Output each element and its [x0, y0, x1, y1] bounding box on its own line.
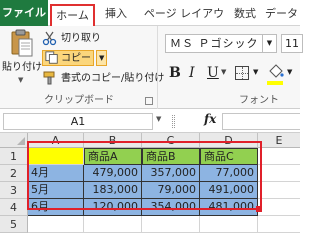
formula-bar-separator: [172, 115, 175, 128]
cut-button[interactable]: 切り取り: [42, 30, 101, 47]
cell-c1[interactable]: 商品B: [142, 148, 200, 165]
copy-icon: [45, 51, 58, 64]
chevron-down-icon[interactable]: ▼: [287, 68, 292, 76]
worksheet-grid: A B C D E 1 2 3 4 5 商品A 商品B 商品C 4月 479,0…: [0, 133, 300, 239]
paste-button[interactable]: 貼り付け ▼: [2, 29, 42, 91]
cell-b2[interactable]: 479,000: [84, 165, 142, 182]
paste-icon: [11, 29, 33, 57]
name-box[interactable]: A1: [3, 113, 153, 130]
copy-button[interactable]: コピー ▼: [42, 50, 108, 67]
copy-highlight[interactable]: コピー: [42, 50, 94, 66]
cell-d5[interactable]: [200, 216, 258, 233]
cell-e2[interactable]: [258, 165, 300, 182]
cell-e1[interactable]: [258, 148, 300, 165]
row-header-2[interactable]: 2: [0, 165, 28, 182]
cell-b1[interactable]: 商品A: [84, 148, 142, 165]
font-name-box[interactable]: ＭＳ Ｐゴシック: [165, 34, 263, 53]
cell-e3[interactable]: [258, 182, 300, 199]
select-all-button[interactable]: [0, 133, 28, 148]
fill-color-icon[interactable]: [267, 63, 285, 83]
cell-a2[interactable]: 4月: [28, 165, 84, 182]
fill-color-swatch: [267, 81, 283, 85]
scissors-icon: [42, 31, 57, 46]
column-header-e[interactable]: E: [258, 133, 300, 148]
ribbon-panel: 貼り付け ▼ 切り取り コピー ▼ 書式のコピー/貼り付け クリップボード ＭＳ…: [0, 26, 303, 109]
tab-data[interactable]: データ: [265, 4, 305, 26]
cell-b4[interactable]: 120,000: [84, 199, 142, 216]
cell-b3[interactable]: 183,000: [84, 182, 142, 199]
formula-bar: A1 ▼ fx: [0, 110, 300, 133]
column-header-d[interactable]: D: [200, 133, 258, 148]
row-header-3[interactable]: 3: [0, 182, 28, 199]
tab-file[interactable]: ファイル: [0, 0, 48, 26]
cell-c2[interactable]: 357,000: [142, 165, 200, 182]
cell-e5[interactable]: [258, 216, 300, 233]
cell-b5[interactable]: [84, 216, 142, 233]
cell-c5[interactable]: [142, 216, 200, 233]
font-group: ＭＳ Ｐゴシック ▼ 11 B I U ▼ ▼ ▼ フォント: [159, 26, 303, 109]
paste-label: 貼り付け: [2, 62, 42, 73]
chevron-down-icon[interactable]: ▼: [263, 34, 277, 53]
cell-d4[interactable]: 481,000: [200, 199, 258, 216]
fill-handle[interactable]: [256, 206, 262, 212]
cell-d1[interactable]: 商品C: [200, 148, 258, 165]
tab-page-layout[interactable]: ページ レイアウト: [140, 4, 228, 40]
cell-c3[interactable]: 79,000: [142, 182, 200, 199]
font-group-label: フォント: [239, 95, 279, 106]
ribbon-tab-bar: ファイル ホーム 挿入 ページ レイアウト 数式 データ: [0, 0, 300, 40]
dialog-launcher-icon[interactable]: [145, 97, 153, 105]
bold-button[interactable]: B: [169, 63, 181, 83]
column-header-b[interactable]: B: [84, 133, 142, 148]
insert-function-icon[interactable]: fx: [204, 112, 216, 126]
copy-dropdown-icon[interactable]: ▼: [96, 50, 108, 66]
row-header-4[interactable]: 4: [0, 199, 28, 216]
chevron-down-icon[interactable]: ▼: [253, 68, 258, 76]
cut-label: 切り取り: [61, 33, 101, 44]
cell-d2[interactable]: 77,000: [200, 165, 258, 182]
brush-icon: [43, 71, 55, 85]
clipboard-group: 貼り付け ▼ 切り取り コピー ▼ 書式のコピー/貼り付け クリップボード: [0, 26, 164, 109]
format-painter-button[interactable]: 書式のコピー/貼り付け: [42, 70, 164, 87]
tab-home[interactable]: ホーム: [50, 4, 95, 27]
format-painter-label: 書式のコピー/貼り付け: [61, 73, 165, 84]
clipboard-group-label: クリップボード: [44, 95, 114, 106]
borders-icon[interactable]: [235, 66, 249, 80]
chevron-down-icon[interactable]: ▼: [221, 68, 226, 76]
cell-a1[interactable]: [28, 148, 84, 165]
italic-button[interactable]: I: [189, 63, 195, 83]
row-header-1[interactable]: 1: [0, 148, 28, 165]
tab-formulas[interactable]: 数式: [233, 4, 257, 26]
chevron-down-icon[interactable]: ▼: [18, 76, 23, 84]
cell-e4[interactable]: [258, 199, 300, 216]
underline-button[interactable]: U: [207, 63, 219, 83]
cell-a3[interactable]: 5月: [28, 182, 84, 199]
cell-a5[interactable]: [28, 216, 84, 233]
tab-insert[interactable]: 挿入: [103, 4, 129, 26]
column-header-c[interactable]: C: [142, 133, 200, 148]
cell-d3[interactable]: 491,000: [200, 182, 258, 199]
cell-c4[interactable]: 354,000: [142, 199, 200, 216]
row-header-5[interactable]: 5: [0, 216, 28, 233]
cell-a4[interactable]: 6月: [28, 199, 84, 216]
formula-input[interactable]: [222, 113, 300, 130]
chevron-down-icon[interactable]: ▼: [156, 115, 161, 123]
copy-label: コピー: [61, 53, 91, 64]
font-size-box[interactable]: 11: [281, 34, 303, 53]
column-header-a[interactable]: A: [28, 133, 84, 148]
